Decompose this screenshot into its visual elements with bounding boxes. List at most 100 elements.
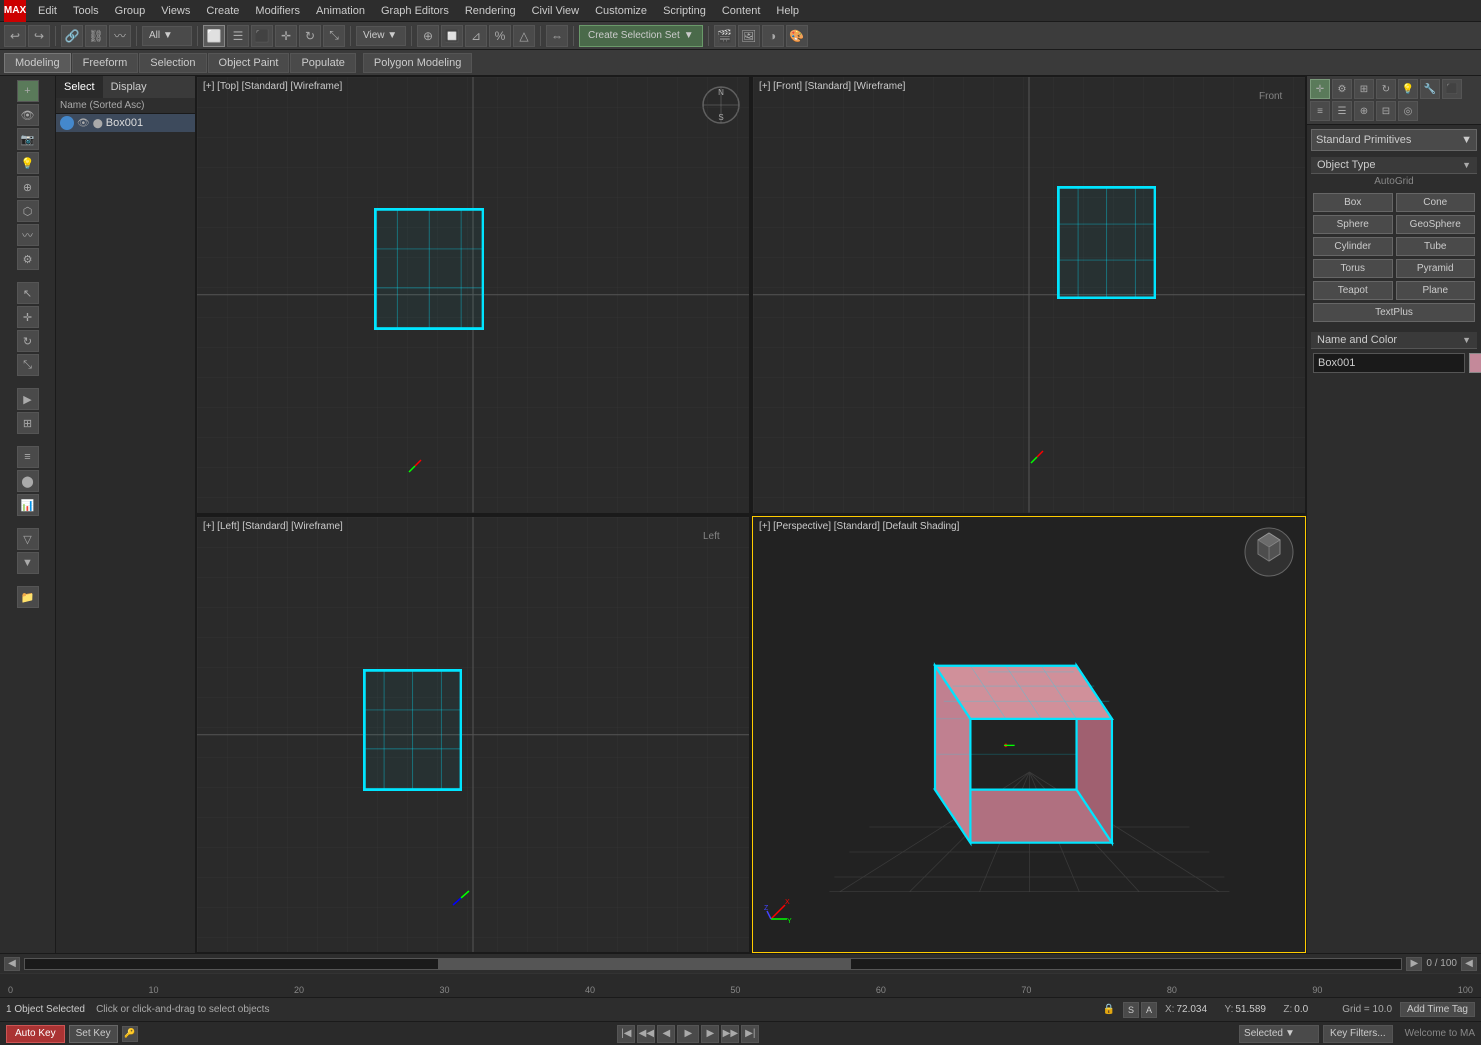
create-selection-set-button[interactable]: Create Selection Set ▼ bbox=[579, 25, 703, 47]
menu-rendering[interactable]: Rendering bbox=[457, 3, 524, 19]
bind-space-warp-button[interactable]: 〰 bbox=[109, 25, 131, 47]
torus-button[interactable]: Torus bbox=[1313, 259, 1393, 278]
unlink-button[interactable]: ⛓ bbox=[85, 25, 107, 47]
move-icon[interactable]: ✛ bbox=[17, 306, 39, 328]
utilities-panel-icon[interactable]: 🔧 bbox=[1420, 79, 1440, 99]
scale-button[interactable]: ⤡ bbox=[323, 25, 345, 47]
helper-icon[interactable]: ⊕ bbox=[17, 176, 39, 198]
scroll-thumb[interactable] bbox=[438, 959, 851, 969]
menu-views[interactable]: Views bbox=[153, 3, 198, 19]
display-icon[interactable]: 👁 bbox=[17, 104, 39, 126]
menu-modifiers[interactable]: Modifiers bbox=[247, 3, 308, 19]
systems-icon[interactable]: ⚙ bbox=[17, 248, 39, 270]
render-icon[interactable]: ▶ bbox=[17, 388, 39, 410]
select-name-button[interactable]: ☰ bbox=[227, 25, 249, 47]
set-key-button[interactable]: Set Key bbox=[69, 1025, 118, 1043]
viewport-icon[interactable]: ⊞ bbox=[17, 412, 39, 434]
modeling-tab[interactable]: Modeling bbox=[4, 53, 71, 73]
create-icon[interactable]: + bbox=[17, 80, 39, 102]
scroll-right-button[interactable]: ▶ bbox=[1406, 957, 1422, 971]
select-tab[interactable]: Select bbox=[56, 76, 103, 98]
add-time-tag-button[interactable]: Add Time Tag bbox=[1400, 1002, 1475, 1017]
viewport-top[interactable]: [+] [Top] [Standard] [Wireframe] N S bbox=[196, 76, 750, 514]
name-color-header[interactable]: Name and Color ▼ bbox=[1311, 332, 1477, 349]
view-dropdown[interactable]: View ▼ bbox=[356, 26, 406, 46]
snap-a-button[interactable]: A bbox=[1141, 1002, 1157, 1018]
shapes-icon[interactable]: ⬡ bbox=[17, 200, 39, 222]
cone-button[interactable]: Cone bbox=[1396, 193, 1476, 212]
spinner-snap[interactable]: △ bbox=[513, 25, 535, 47]
display-tab[interactable]: Display bbox=[103, 76, 155, 98]
viewport-front[interactable]: [+] [Front] [Standard] [Wireframe] Front bbox=[752, 76, 1306, 514]
hierarchy-panel-icon[interactable]: ⊞ bbox=[1354, 79, 1374, 99]
display-panel-icon[interactable]: 💡 bbox=[1398, 79, 1418, 99]
prev-frame-button[interactable]: ◀ bbox=[657, 1025, 675, 1043]
filter-dropdown[interactable]: All ▼ bbox=[142, 26, 192, 46]
extra-panel-icon4[interactable]: ⊕ bbox=[1354, 101, 1374, 121]
select-icon[interactable]: ↖ bbox=[17, 282, 39, 304]
textplus-button[interactable]: TextPlus bbox=[1313, 303, 1475, 322]
rotate-icon[interactable]: ↻ bbox=[17, 330, 39, 352]
angle-snap[interactable]: ⊿ bbox=[465, 25, 487, 47]
menu-scripting[interactable]: Scripting bbox=[655, 3, 714, 19]
next-frame-button[interactable]: ▶ bbox=[701, 1025, 719, 1043]
object-name-input[interactable] bbox=[1313, 353, 1465, 373]
spacewarp-icon[interactable]: 〰 bbox=[17, 224, 39, 246]
viewport-left[interactable]: [+] [Left] [Standard] [Wireframe] Left bbox=[196, 516, 750, 954]
snap-s-button[interactable]: S bbox=[1123, 1002, 1139, 1018]
menu-group[interactable]: Group bbox=[107, 3, 154, 19]
scroll-left2-button[interactable]: ◀ bbox=[1461, 957, 1477, 971]
timeline-icon[interactable]: ⬤ bbox=[17, 470, 39, 492]
menu-content[interactable]: Content bbox=[714, 3, 769, 19]
modify-panel-icon[interactable]: ⚙ bbox=[1332, 79, 1352, 99]
object-paint-tab[interactable]: Object Paint bbox=[208, 53, 290, 73]
rotate-button[interactable]: ↻ bbox=[299, 25, 321, 47]
light-icon[interactable]: 💡 bbox=[17, 152, 39, 174]
extra-panel-icon3[interactable]: ☰ bbox=[1332, 101, 1352, 121]
scroll-track[interactable] bbox=[24, 958, 1402, 970]
material-editor-btn[interactable]: 🎨 bbox=[786, 25, 808, 47]
filter2-icon[interactable]: ▼ bbox=[17, 552, 39, 574]
nav-gizmo[interactable] bbox=[1242, 525, 1297, 580]
polygon-modeling-tab[interactable]: Polygon Modeling bbox=[363, 53, 472, 73]
populate-tab[interactable]: Populate bbox=[290, 53, 355, 73]
primitives-dropdown[interactable]: Standard Primitives ▼ bbox=[1311, 129, 1477, 151]
scale-icon[interactable]: ⤡ bbox=[17, 354, 39, 376]
menu-edit[interactable]: Edit bbox=[30, 3, 65, 19]
pyramid-button[interactable]: Pyramid bbox=[1396, 259, 1476, 278]
percent-snap[interactable]: % bbox=[489, 25, 511, 47]
pivot-btn[interactable]: ⊕ bbox=[417, 25, 439, 47]
filter-icon[interactable]: ▽ bbox=[17, 528, 39, 550]
extra-panel-icon1[interactable]: ⬛ bbox=[1442, 79, 1462, 99]
menu-customize[interactable]: Customize bbox=[587, 3, 655, 19]
scroll-left-button[interactable]: ◀ bbox=[4, 957, 20, 971]
modifier-list-icon[interactable]: ≡ bbox=[17, 446, 39, 468]
freeform-tab[interactable]: Freeform bbox=[72, 53, 139, 73]
snap-toggle[interactable]: 🔲 bbox=[441, 25, 463, 47]
box-button[interactable]: Box bbox=[1313, 193, 1393, 212]
scene-item-box001[interactable]: 👁 ⬤ Box001 bbox=[56, 114, 195, 132]
extra-panel-icon6[interactable]: ◎ bbox=[1398, 101, 1418, 121]
viewport-perspective[interactable]: [+] [Perspective] [Standard] [Default Sh… bbox=[752, 516, 1306, 954]
key-filters-button[interactable]: Key Filters... bbox=[1323, 1025, 1393, 1043]
active-shade-btn[interactable]: ◑ bbox=[762, 25, 784, 47]
menu-create[interactable]: Create bbox=[198, 3, 247, 19]
select-link-button[interactable]: 🔗 bbox=[61, 25, 83, 47]
menu-civil-view[interactable]: Civil View bbox=[524, 3, 587, 19]
camera-icon[interactable]: 📷 bbox=[17, 128, 39, 150]
asset-icon[interactable]: 📁 bbox=[17, 586, 39, 608]
geosphere-button[interactable]: GeoSphere bbox=[1396, 215, 1476, 234]
plane-button[interactable]: Plane bbox=[1396, 281, 1476, 300]
go-start-button[interactable]: |◀ bbox=[617, 1025, 635, 1043]
auto-key-button[interactable]: Auto Key bbox=[6, 1025, 65, 1043]
extra-panel-icon5[interactable]: ⊟ bbox=[1376, 101, 1396, 121]
tube-button[interactable]: Tube bbox=[1396, 237, 1476, 256]
selection-tab[interactable]: Selection bbox=[139, 53, 206, 73]
sphere-button[interactable]: Sphere bbox=[1313, 215, 1393, 234]
render-setup-btn[interactable]: 🎬 bbox=[714, 25, 736, 47]
menu-tools[interactable]: Tools bbox=[65, 3, 107, 19]
next-key-button[interactable]: ▶▶ bbox=[721, 1025, 739, 1043]
selected-dropdown[interactable]: Selected ▼ bbox=[1239, 1025, 1319, 1043]
key-icon[interactable]: 🔑 bbox=[122, 1026, 138, 1042]
menu-animation[interactable]: Animation bbox=[308, 3, 373, 19]
